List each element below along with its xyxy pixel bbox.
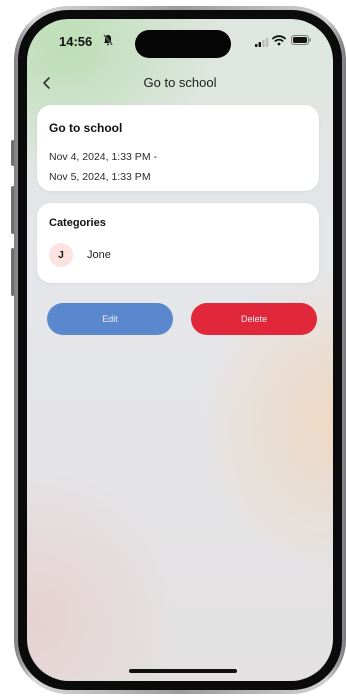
status-bar: 14:56	[27, 19, 333, 63]
phone-bezel: 14:56 Go to school Go to school Nov 4, 2…	[18, 10, 342, 690]
avatar: J	[49, 243, 73, 267]
stage: 14:56 Go to school Go to school Nov 4, 2…	[0, 0, 346, 698]
dynamic-island	[135, 30, 231, 58]
event-start-date: Nov 4, 2024, 1:33 PM -	[49, 151, 157, 163]
delete-button[interactable]: Delete	[191, 303, 317, 335]
category-name: Jone	[87, 249, 111, 261]
categories-heading: Categories	[49, 217, 106, 229]
category-item: J Jone	[49, 243, 111, 267]
status-time: 14:56	[59, 34, 93, 49]
wifi-icon	[272, 35, 286, 46]
categories-card: Categories J Jone	[37, 203, 319, 283]
phone-frame: 14:56 Go to school Go to school Nov 4, 2…	[14, 6, 346, 694]
event-end-date: Nov 5, 2024, 1:33 PM	[49, 171, 151, 183]
battery-icon	[291, 35, 311, 45]
home-indicator[interactable]	[129, 669, 237, 673]
signal-icon	[255, 38, 269, 47]
app-screen: 14:56 Go to school Go to school Nov 4, 2…	[27, 19, 333, 681]
event-title: Go to school	[49, 121, 123, 135]
edit-button[interactable]: Edit	[47, 303, 173, 335]
bell-slash-icon	[103, 34, 113, 46]
event-card: Go to school Nov 4, 2024, 1:33 PM - Nov …	[37, 105, 319, 191]
page-title: Go to school	[143, 75, 217, 90]
